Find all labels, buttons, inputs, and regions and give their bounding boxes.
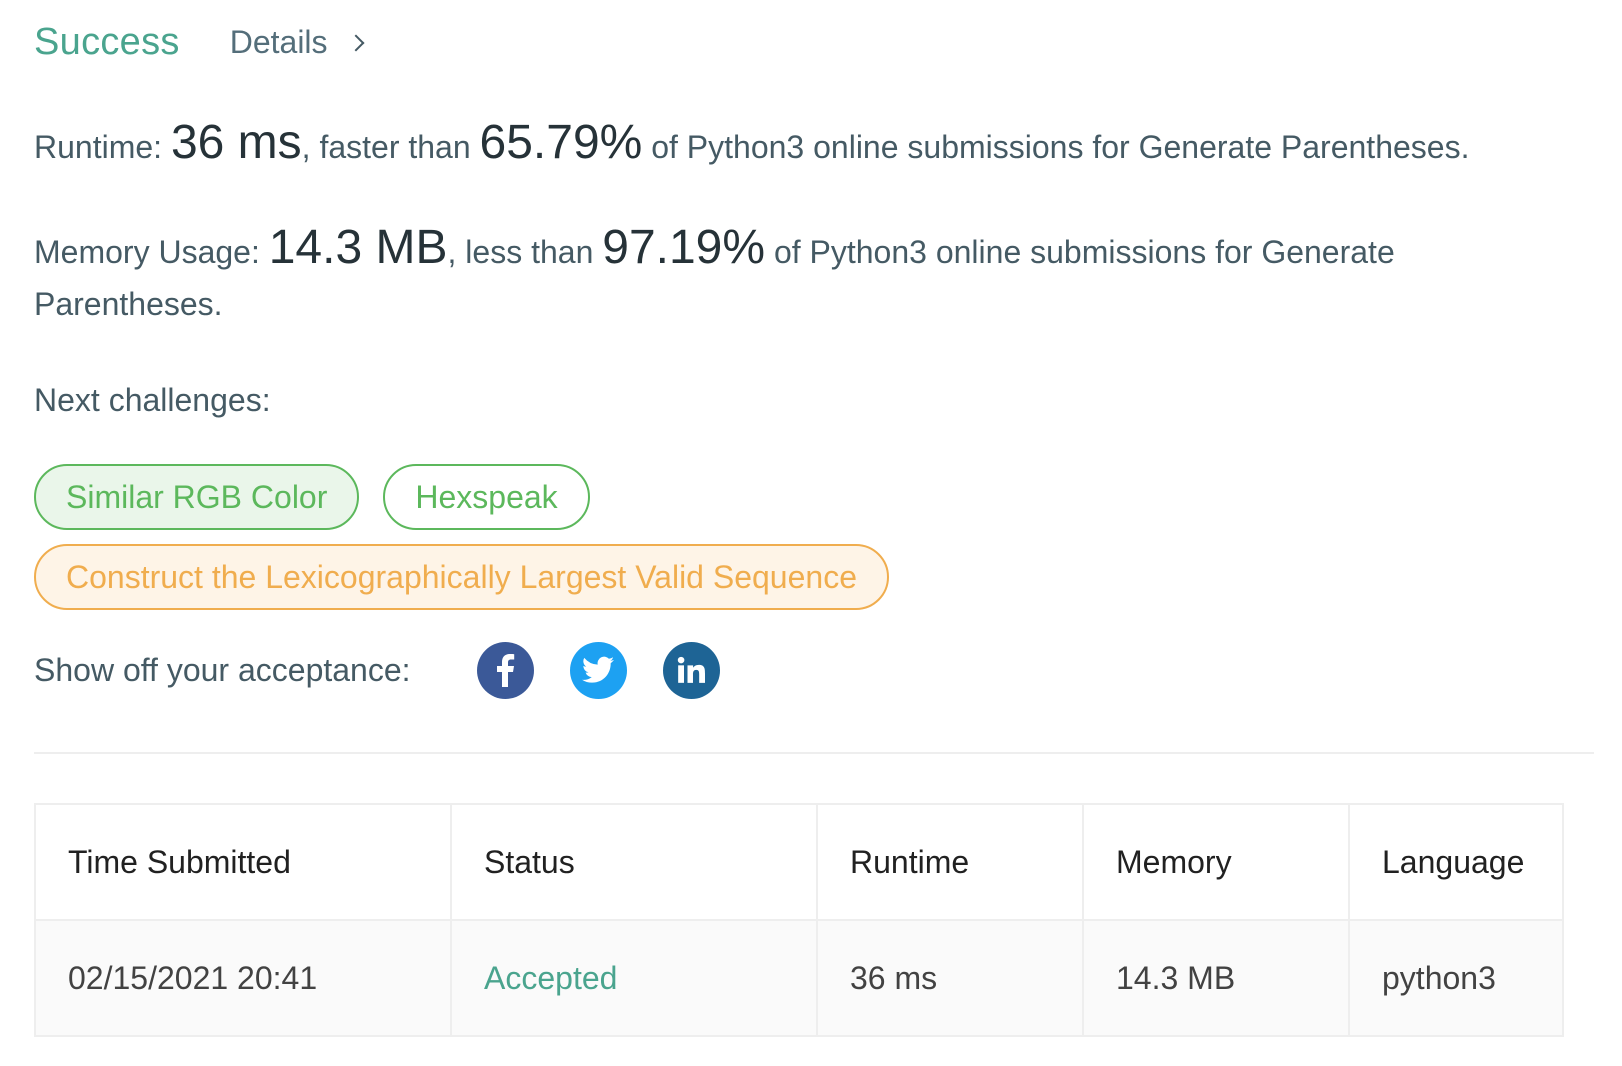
runtime-comparison: , faster than [301,129,480,165]
details-label: Details [229,23,328,60]
runtime-summary: Runtime: 36 ms, faster than 65.79% of Py… [34,118,1574,172]
share-row: Show off your acceptance: [34,640,756,700]
linkedin-share-button[interactable] [662,641,720,699]
share-label: Show off your acceptance: [34,651,411,688]
linkedin-icon [677,656,706,683]
runtime-value: 36 ms [170,116,302,169]
memory-percent: 97.19% [602,221,766,274]
twitter-icon [582,656,615,683]
status-title: Success [34,20,180,63]
result-header: Success Details [34,18,365,66]
challenge-chip-similar-rgb-color[interactable]: Similar RGB Color [34,464,360,530]
cell-runtime: 36 ms [816,919,1084,1037]
column-header-runtime[interactable]: Runtime [816,803,1084,921]
runtime-percent: 65.79% [479,116,643,169]
section-divider [34,752,1594,754]
column-header-status[interactable]: Status [450,803,818,921]
memory-label: Memory Usage: [34,234,260,270]
submission-table: Time Submitted Status Runtime Memory Lan… [34,803,1564,1037]
cell-language: python3 [1348,919,1564,1037]
runtime-suffix: of Python3 online submissions for Genera… [642,129,1470,165]
challenge-chip-lexicographically-largest[interactable]: Construct the Lexicographically Largest … [34,544,889,610]
memory-comparison: , less than [447,234,603,270]
challenge-chip-row: Construct the Lexicographically Largest … [34,544,913,610]
next-challenges-label: Next challenges: [34,382,271,418]
twitter-share-button[interactable] [569,641,627,699]
cell-status-link[interactable]: Accepted [450,919,818,1037]
column-header-language[interactable]: Language [1348,803,1564,921]
cell-time-submitted: 02/15/2021 20:41 [34,919,452,1037]
column-header-time-submitted[interactable]: Time Submitted [34,803,452,921]
facebook-icon [497,654,515,687]
details-link[interactable]: Details [229,23,365,61]
memory-summary: Memory Usage: 14.3 MB, less than 97.19% … [34,222,1574,330]
challenge-chip-hexspeak[interactable]: Hexspeak [383,464,590,530]
column-header-memory[interactable]: Memory [1082,803,1350,921]
cell-memory: 14.3 MB [1082,919,1350,1037]
runtime-label: Runtime: [34,129,163,165]
facebook-share-button[interactable] [476,641,534,699]
table-row[interactable]: 02/15/2021 20:41 Accepted 36 ms 14.3 MB … [34,919,1564,1037]
challenge-chip-row: Similar RGB Color Hexspeak [34,464,614,530]
memory-value: 14.3 MB [268,221,448,274]
chevron-right-icon [347,34,365,52]
table-header-row: Time Submitted Status Runtime Memory Lan… [34,803,1564,921]
